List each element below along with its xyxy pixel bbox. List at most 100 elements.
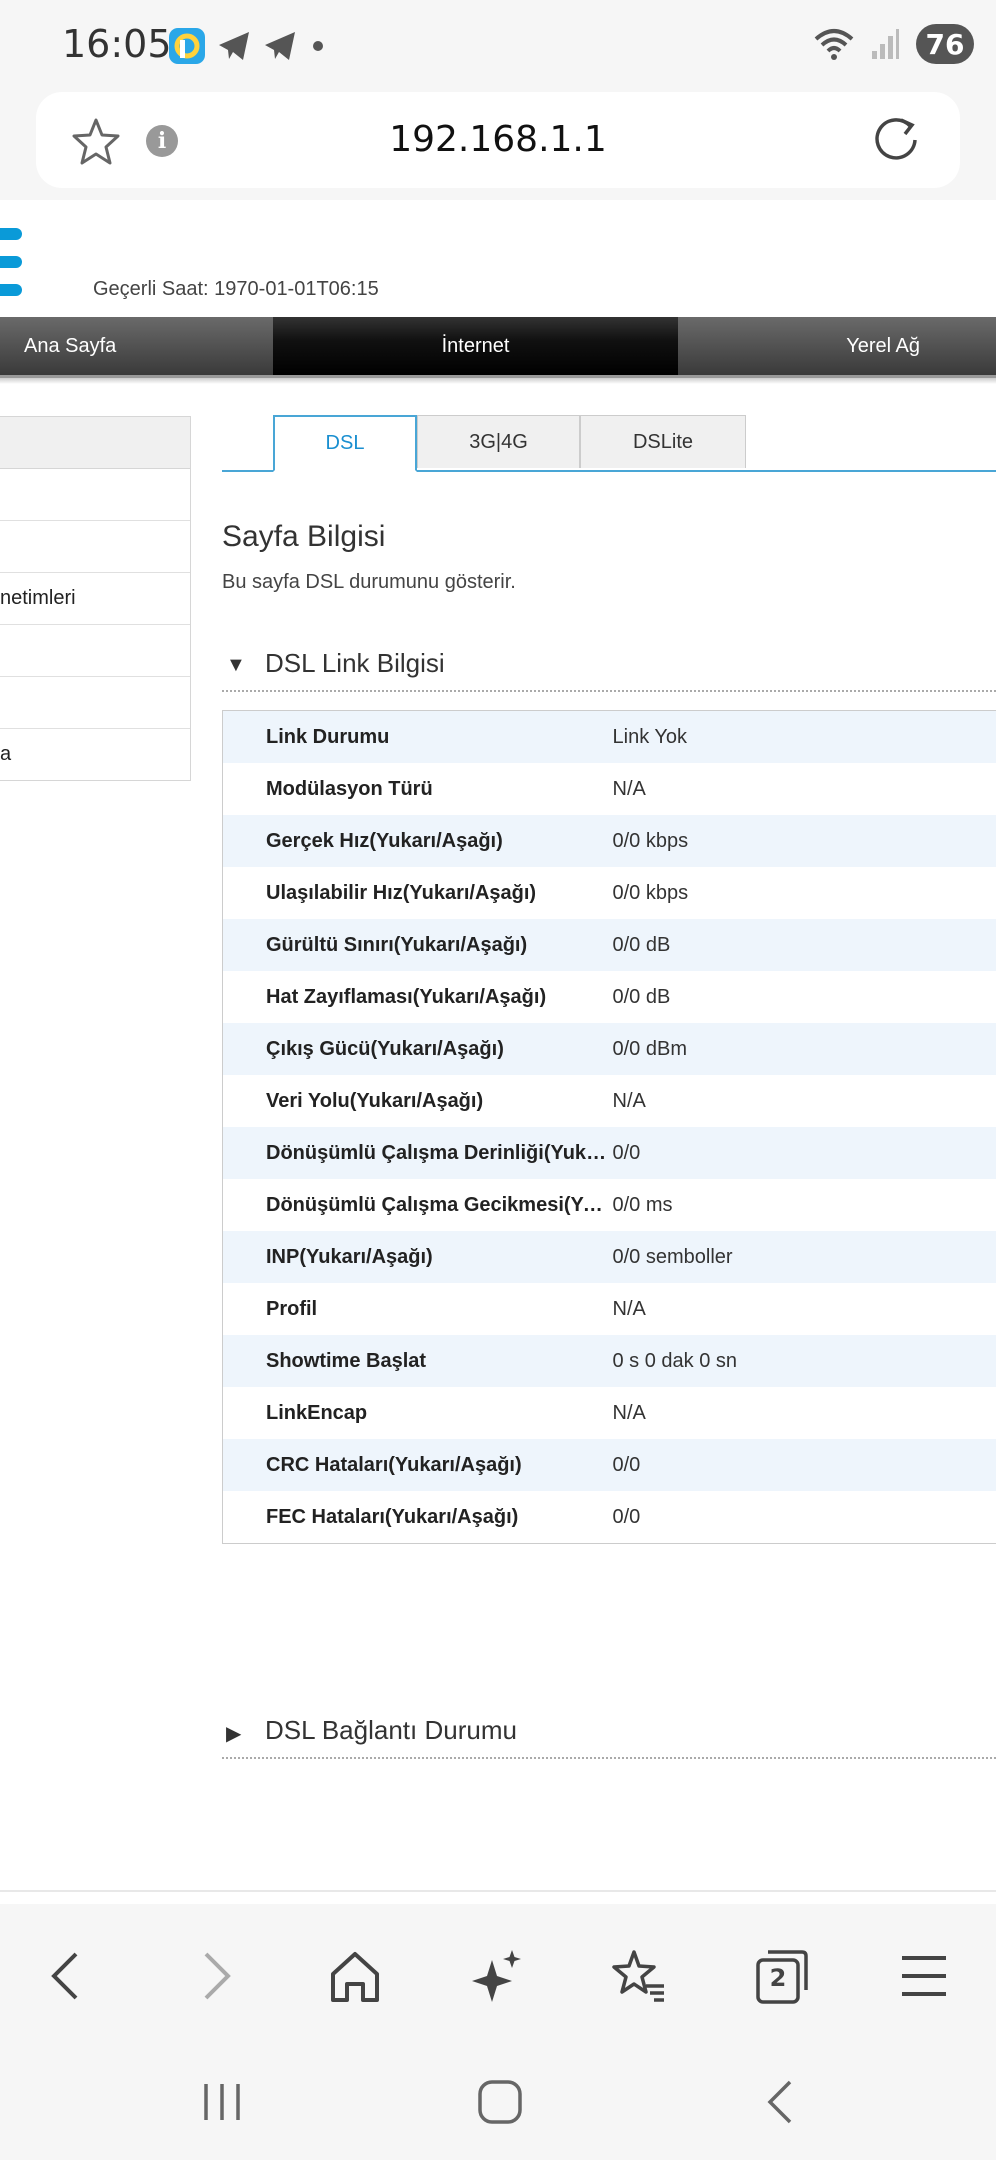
- page-description: Bu sayfa DSL durumunu gösterir.: [222, 571, 516, 593]
- table-row: FEC Hataları(Yukarı/Aşağı) 0/0: [223, 1491, 996, 1544]
- row-value: N/A: [612, 777, 646, 800]
- row-label: INP(Yukarı/Aşağı): [222, 1231, 613, 1283]
- section-title: DSL Bağlantı Durumu: [265, 1715, 517, 1745]
- row-label: Ulaşılabilir Hız(Yukarı/Aşağı): [266, 881, 537, 904]
- nav-local-network[interactable]: Yerel Ağ: [679, 317, 996, 375]
- forward-icon[interactable]: [184, 1946, 244, 2006]
- dsl-link-table: Link Durumu Link Yok Modülasyon Türü N/A Ger…: [222, 710, 996, 1544]
- side-menu: netimleri a: [0, 416, 191, 781]
- table-row: Gürültü Sınırı(Yukarı/Aşağı) 0/0 dB: [222, 919, 996, 971]
- sparkle-ai-icon[interactable]: [468, 1946, 528, 2006]
- row-label: Dönüşümlü Çalışma Gecikmesi(Yukarı/...: [266, 1193, 613, 1216]
- section-title: DSL Link Bilgisi: [265, 648, 445, 678]
- site-info-icon[interactable]: i: [146, 125, 178, 157]
- row-value: N/A: [612, 1401, 646, 1424]
- table-row: Dönüşümlü Çalışma Derinliği(Yukarı/A... 0…: [222, 1127, 996, 1179]
- side-menu-item[interactable]: netimleri: [0, 573, 190, 625]
- recent-apps-icon[interactable]: [192, 2076, 252, 2128]
- tabs-button[interactable]: 2: [752, 1946, 812, 2006]
- table-row: Gerçek Hız(Yukarı/Aşağı) 0/0 kbps: [222, 815, 996, 867]
- status-right: 76: [814, 24, 974, 64]
- row-value: 0/0 semboller: [612, 1231, 996, 1283]
- back-nav-icon[interactable]: [750, 2076, 810, 2128]
- tab-dsl[interactable]: DSL: [273, 415, 417, 472]
- row-label: CRC Hataları(Yukarı/Aşağı): [222, 1439, 613, 1491]
- table-row: LinkEncap N/A: [223, 1387, 996, 1439]
- bookmarks-icon[interactable]: [608, 1946, 668, 2006]
- back-icon[interactable]: [38, 1946, 98, 2006]
- nav-home[interactable]: Ana Sayfa: [0, 317, 272, 375]
- row-value: 0/0 dB: [612, 985, 671, 1008]
- page-title: Sayfa Bilgisi: [222, 520, 386, 553]
- side-menu-item[interactable]: [0, 469, 190, 521]
- section-dsl-connection-status[interactable]: ▶ DSL Bağlantı Durumu: [222, 1707, 996, 1759]
- home-nav-icon[interactable]: [470, 2076, 530, 2128]
- menu-icon[interactable]: [894, 1946, 954, 2006]
- table-row: Showtime Başlat 0 s 0 dak 0 sn: [222, 1335, 996, 1387]
- telegram-icon: [265, 32, 295, 60]
- row-value: 0/0 kbps: [612, 815, 996, 867]
- router-logo: [0, 228, 22, 300]
- row-value: Link Yok: [612, 710, 996, 763]
- app-icon: [169, 28, 205, 64]
- section-dsl-link-info[interactable]: ▼ DSL Link Bilgisi: [222, 640, 996, 692]
- table-row: Ulaşılabilir Hız(Yukarı/Aşağı) 0/0 kbps: [223, 867, 996, 919]
- table-row: Link Durumu Link Yok: [222, 710, 996, 763]
- row-label: Showtime Başlat: [222, 1335, 613, 1387]
- row-value: 0/0 kbps: [612, 881, 689, 904]
- signal-icon: [872, 29, 899, 59]
- row-label: Çıkış Gücü(Yukarı/Aşağı): [222, 1023, 613, 1075]
- notification-icons: [168, 26, 328, 66]
- home-icon[interactable]: [325, 1946, 385, 2006]
- row-value: 0/0 dB: [612, 919, 996, 971]
- nav-shadow: [0, 378, 996, 384]
- row-label: FEC Hataları(Yukarı/Aşağı): [266, 1505, 519, 1528]
- side-menu-item[interactable]: a: [0, 729, 190, 780]
- side-menu-item[interactable]: [0, 677, 190, 729]
- main-nav: Ana Sayfa İnternet Yerel Ağ: [0, 317, 996, 378]
- current-time: Geçerli Saat: 1970-01-01T06:15: [93, 278, 379, 300]
- table-row: Modülasyon Türü N/A: [223, 763, 996, 815]
- telegram-icon: [219, 32, 249, 60]
- row-label: LinkEncap: [266, 1401, 368, 1424]
- row-value: 0 s 0 dak 0 sn: [612, 1335, 996, 1387]
- row-label: Link Durumu: [222, 710, 613, 763]
- status-time: 16:05: [62, 22, 172, 66]
- row-label: Profil: [266, 1297, 318, 1320]
- expanded-arrow-icon: ▼: [226, 654, 246, 676]
- table-row: Çıkış Gücü(Yukarı/Aşağı) 0/0 dBm: [222, 1023, 996, 1075]
- table-row: INP(Yukarı/Aşağı) 0/0 semboller: [222, 1231, 996, 1283]
- tab-dslite[interactable]: DSLite: [580, 415, 746, 468]
- row-label: Dönüşümlü Çalışma Derinliği(Yukarı/A...: [222, 1127, 613, 1179]
- table-row: Veri Yolu(Yukarı/Aşağı) N/A: [223, 1075, 996, 1127]
- page-end-divider: [0, 1890, 996, 1892]
- tab-count: 2: [769, 1964, 787, 1992]
- collapsed-arrow-icon: ▶: [226, 1723, 242, 1745]
- row-value: 0/0: [612, 1127, 996, 1179]
- row-value: N/A: [612, 1089, 646, 1112]
- battery-indicator: 76: [916, 24, 974, 64]
- row-value: 0/0: [612, 1439, 996, 1491]
- bookmark-star-icon[interactable]: [70, 116, 122, 168]
- nav-internet[interactable]: İnternet: [273, 317, 678, 375]
- row-label: Modülasyon Türü: [266, 777, 433, 800]
- row-label: Gerçek Hız(Yukarı/Aşağı): [222, 815, 613, 867]
- row-value: 0/0 ms: [612, 1193, 673, 1216]
- row-value: 0/0 dBm: [612, 1023, 996, 1075]
- side-menu-item[interactable]: [0, 521, 190, 573]
- table-row: CRC Hataları(Yukarı/Aşağı) 0/0: [222, 1439, 996, 1491]
- row-label: Gürültü Sınırı(Yukarı/Aşağı): [222, 919, 613, 971]
- row-label: Hat Zayıflaması(Yukarı/Aşağı): [266, 985, 547, 1008]
- row-label: Veri Yolu(Yukarı/Aşağı): [266, 1089, 484, 1112]
- tab-bar: DSL 3G|4G DSLite: [222, 415, 996, 472]
- tab-3g4g[interactable]: 3G|4G: [417, 415, 580, 468]
- reload-icon[interactable]: [868, 112, 924, 168]
- side-menu-header: [0, 417, 190, 469]
- row-value: 0/0: [612, 1505, 641, 1528]
- table-row: Dönüşümlü Çalışma Gecikmesi(Yukarı/...0/…: [223, 1179, 996, 1231]
- dot-icon: [313, 41, 323, 51]
- table-row: Profil N/A: [223, 1283, 996, 1335]
- table-row: Hat Zayıflaması(Yukarı/Aşağı) 0/0 dB: [223, 971, 996, 1023]
- row-value: N/A: [612, 1297, 646, 1320]
- side-menu-item[interactable]: [0, 625, 190, 677]
